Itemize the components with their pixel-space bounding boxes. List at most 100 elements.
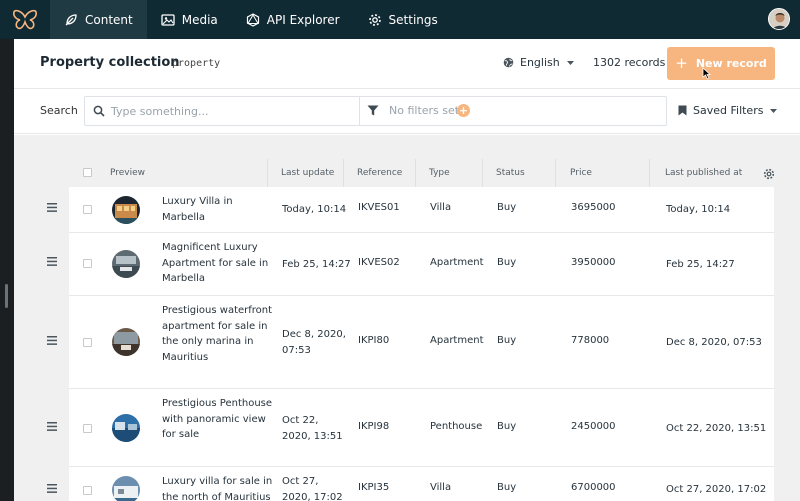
resize-handle[interactable] [5, 284, 8, 308]
published-cell: Oct 22, 2020, 13:51 [666, 423, 767, 434]
last-update-cell: Dec 8, 2020, 07:53 [282, 329, 346, 356]
type-cell: Villa [430, 202, 452, 213]
column-header-status[interactable]: Status [496, 168, 525, 178]
drag-handle-icon[interactable] [47, 484, 57, 493]
published-cell: Feb 25, 14:27 [666, 259, 735, 270]
column-header-reference[interactable]: Reference [357, 168, 402, 178]
nav-media[interactable]: Media [147, 0, 232, 39]
add-filter-button[interactable]: + [457, 104, 470, 117]
table-row[interactable]: Luxury villa for sale in the north of Ma… [47, 467, 774, 501]
row-checkbox[interactable] [83, 259, 92, 268]
table-header: Preview Last update Reference Type Statu… [69, 159, 774, 187]
records-count: 1302 records [593, 56, 666, 69]
row-checkbox[interactable] [83, 486, 92, 495]
last-update-cell: Oct 22, 2020, 13:51 [282, 415, 343, 442]
bookmark-icon [678, 105, 687, 116]
drag-handle-icon[interactable] [47, 203, 57, 212]
nav-settings-label: Settings [388, 12, 438, 27]
saved-filters-label: Saved Filters [693, 104, 764, 117]
table-row[interactable]: Prestigious Penthouse with panoramic vie… [47, 389, 774, 467]
saved-filters-dropdown[interactable]: Saved Filters [678, 104, 778, 117]
chevron-down-icon [566, 60, 574, 65]
gear-icon [368, 13, 381, 26]
drag-handle-icon[interactable] [47, 257, 57, 266]
preview-text: Magnificent Luxury Apartment for sale in… [162, 242, 269, 284]
column-divider [649, 159, 650, 187]
user-avatar[interactable] [768, 8, 790, 30]
graphql-icon [246, 12, 259, 27]
column-header-price[interactable]: Price [570, 168, 592, 178]
property-thumbnail [112, 328, 140, 356]
column-divider [415, 159, 416, 187]
price-cell: 778000 [571, 335, 610, 346]
nav-api-explorer[interactable]: API Explorer [232, 0, 354, 39]
status-cell: Buy [497, 482, 517, 493]
nav-settings[interactable]: Settings [354, 0, 452, 39]
chevron-down-icon [770, 108, 778, 113]
column-divider [482, 159, 483, 187]
preview-text: Luxury villa for sale in the north of Ma… [162, 476, 273, 501]
drag-handle-icon[interactable] [47, 422, 57, 431]
type-cell: Penthouse [430, 421, 483, 432]
table-row[interactable]: Magnificent Luxury Apartment for sale in… [47, 233, 774, 296]
search-row: Search No filters set + Saved Filters [14, 90, 800, 134]
divider [359, 97, 360, 125]
collection-slug: property [172, 58, 221, 69]
search-icon [93, 105, 105, 117]
drag-handle-icon[interactable] [47, 336, 57, 345]
table-row[interactable]: Luxury Villa in Marbella Today, 10:14 IK… [47, 187, 774, 233]
new-record-button[interactable]: + New record [667, 47, 775, 80]
status-cell: Buy [497, 335, 517, 346]
property-thumbnail [112, 414, 140, 442]
price-cell: 3950000 [571, 257, 616, 268]
table-settings-gear-icon[interactable] [763, 168, 775, 180]
left-panel-strip [0, 39, 14, 501]
plus-icon: + [675, 54, 688, 72]
type-cell: Apartment [430, 335, 484, 346]
globe-icon [503, 57, 514, 68]
nav-api-explorer-label: API Explorer [266, 12, 340, 27]
collection-header: Property collection property English 130… [14, 39, 800, 89]
status-cell: Buy [497, 421, 517, 432]
top-nav: Content Media API Explorer Settings [0, 0, 800, 39]
records-table-area: Preview Last update Reference Type Statu… [14, 135, 800, 501]
property-thumbnail [112, 476, 140, 501]
column-divider [555, 159, 556, 187]
language-selector[interactable]: English [503, 56, 575, 69]
mouse-cursor-icon [702, 67, 711, 80]
filters-status: No filters set [389, 104, 460, 117]
column-header-type[interactable]: Type [429, 168, 450, 178]
image-icon [161, 13, 175, 26]
column-header-preview[interactable]: Preview [110, 168, 145, 178]
column-header-last-update[interactable]: Last update [281, 168, 334, 178]
row-checkbox[interactable] [83, 338, 92, 347]
row-checkbox[interactable] [83, 424, 92, 433]
search-box: No filters set + [84, 96, 667, 126]
last-update-cell: Feb 25, 14:27 [282, 259, 351, 270]
page-title: Property collection [40, 55, 180, 70]
table-row[interactable]: Prestigious waterfront apartment for sal… [47, 296, 774, 389]
published-cell: Today, 10:14 [666, 204, 731, 215]
nav-content-label: Content [85, 12, 133, 27]
preview-text: Prestigious waterfront apartment for sal… [162, 305, 273, 363]
preview-text: Luxury Villa in Marbella [162, 196, 233, 223]
main-area: Property collection property English 130… [14, 39, 800, 501]
butterfly-logo-icon[interactable] [0, 0, 50, 39]
nav-content[interactable]: Content [50, 0, 147, 39]
filter-icon[interactable] [367, 105, 379, 116]
table-body: Luxury Villa in Marbella Today, 10:14 IK… [47, 187, 774, 501]
select-all-checkbox[interactable] [83, 168, 92, 177]
type-cell: Apartment [430, 257, 484, 268]
preview-text: Prestigious Penthouse with panoramic vie… [162, 398, 273, 440]
reference-cell: IKPI98 [358, 421, 390, 432]
column-divider [267, 159, 268, 187]
property-thumbnail [112, 196, 140, 224]
feather-icon [65, 13, 77, 25]
row-checkbox[interactable] [83, 205, 92, 214]
reference-cell: IKVES02 [358, 257, 400, 268]
column-header-last-published[interactable]: Last published at [665, 168, 742, 178]
search-input[interactable] [111, 103, 351, 119]
status-cell: Buy [497, 257, 517, 268]
search-label: Search [40, 104, 78, 117]
type-cell: Villa [430, 482, 452, 493]
